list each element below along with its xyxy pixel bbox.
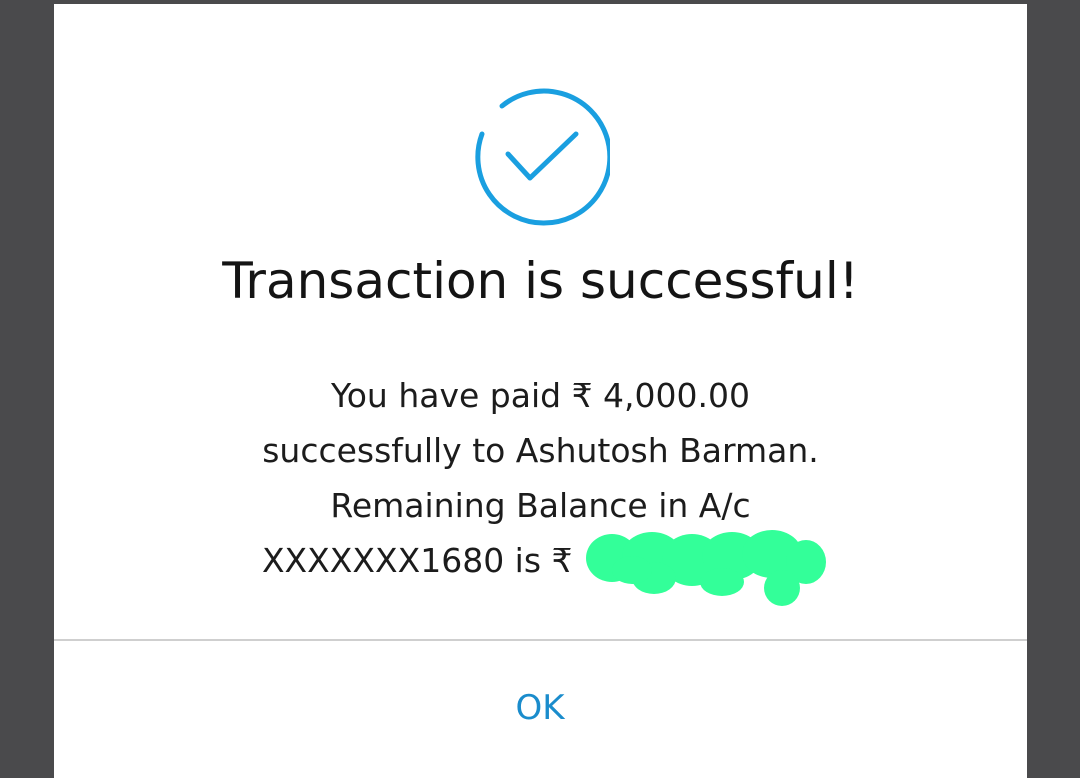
- message-line-account: XXXXXXX1680 is ₹.: [54, 533, 1027, 588]
- screen: Transaction is successful! You have paid…: [0, 0, 1080, 778]
- transaction-success-dialog: Transaction is successful! You have paid…: [54, 4, 1027, 778]
- redaction-scribble: [586, 530, 826, 606]
- account-balance-label: XXXXXXX1680 is ₹: [261, 541, 573, 580]
- message-line-amount: You have paid ₹ 4,000.00: [330, 376, 751, 415]
- message-line-recipient: successfully to Ashutosh Barman.: [262, 431, 819, 470]
- dialog-title: Transaction is successful!: [222, 252, 859, 310]
- check-circle-icon: [475, 88, 610, 226]
- ok-button[interactable]: OK: [440, 670, 640, 746]
- dialog-divider: [54, 639, 1027, 641]
- message-line-balance: Remaining Balance in A/c: [330, 486, 751, 525]
- dialog-message: You have paid ₹ 4,000.00 successfully to…: [54, 368, 1027, 588]
